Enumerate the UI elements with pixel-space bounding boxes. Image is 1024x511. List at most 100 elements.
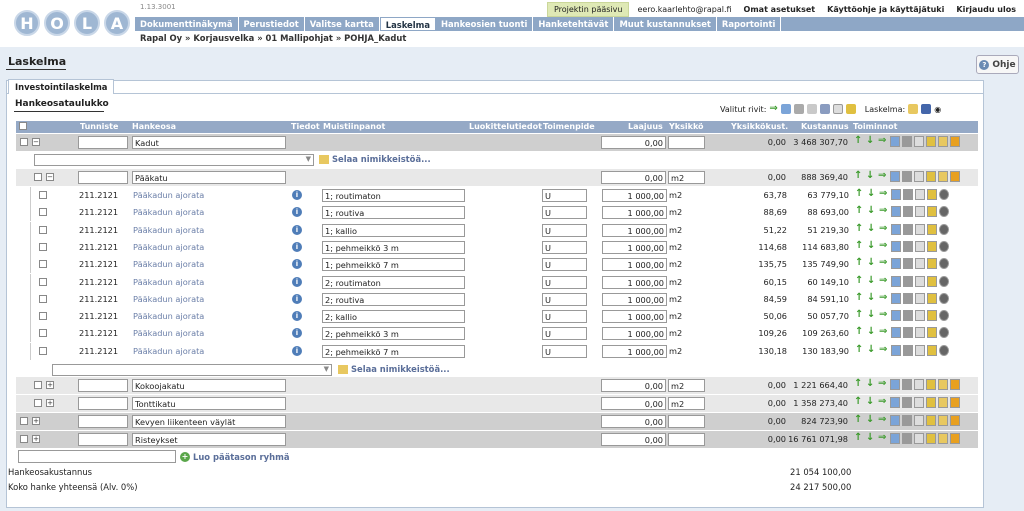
yksikko-field[interactable] [668, 433, 705, 446]
print-icon[interactable] [902, 136, 912, 147]
nav-tab[interactable]: Dokumenttinäkymä [135, 17, 239, 31]
new-group-field[interactable] [18, 450, 176, 463]
create-group-link[interactable]: + Luo päätason ryhmä [180, 452, 289, 462]
item-name-link[interactable]: Pääkadun ajorata [133, 294, 204, 304]
up-arrow-icon[interactable]: ↑ [855, 310, 865, 321]
c-icon[interactable] [939, 189, 949, 200]
print-icon[interactable] [793, 104, 804, 114]
laajuus-field[interactable]: 1 000,00 [602, 310, 667, 324]
print-icon[interactable] [903, 258, 913, 270]
copy-icon[interactable] [890, 415, 900, 426]
document-icon[interactable] [915, 258, 925, 270]
move-icon[interactable]: ⇒ [878, 171, 888, 182]
move-icon[interactable]: ⇒ [879, 344, 889, 356]
move-icon[interactable]: ⇒ [878, 136, 888, 147]
laajuus-field[interactable]: 0,00 [601, 136, 666, 149]
print-icon[interactable] [902, 433, 912, 444]
up-arrow-icon[interactable]: ↑ [854, 379, 864, 390]
expand-toggle[interactable]: + [32, 417, 40, 425]
c-icon[interactable] [939, 310, 949, 322]
laajuus-field[interactable]: 1 000,00 [602, 292, 667, 306]
copy-icon[interactable] [891, 275, 901, 287]
folder-add-icon[interactable] [938, 433, 948, 444]
group-name-field[interactable]: Kokoojakatu [132, 379, 286, 392]
notes-field[interactable]: 2; pehmeikkö 7 m [322, 344, 465, 358]
manual-link[interactable]: Käyttöohje ja käyttäjätuki [823, 3, 948, 16]
nav-tab[interactable]: Laskelma [379, 17, 436, 31]
copy-icon[interactable] [890, 433, 900, 444]
item-name-link[interactable]: Pääkadun ajorata [133, 207, 204, 217]
browse-link[interactable]: Selaa nimikkeistöä... [319, 154, 431, 164]
up-arrow-icon[interactable]: ↑ [855, 189, 865, 200]
row-checkbox[interactable] [34, 173, 42, 181]
toimenpide-field[interactable]: U [542, 258, 587, 272]
down-arrow-icon[interactable]: ↓ [867, 292, 877, 304]
excel-icon[interactable] [926, 171, 936, 182]
copy-icon[interactable] [891, 206, 901, 218]
notes-field[interactable]: 2; kallio [322, 310, 465, 324]
excel-icon[interactable] [927, 189, 937, 200]
hola-logo[interactable]: HOLA [14, 10, 130, 36]
nav-tab[interactable]: Hankeosien tuonti [436, 17, 534, 31]
classification-select[interactable] [52, 364, 332, 376]
move-icon[interactable]: ⇒ [879, 189, 889, 200]
toimenpide-field[interactable]: U [542, 344, 587, 358]
move-icon[interactable]: ⇒ [879, 223, 889, 235]
c-icon[interactable] [939, 240, 949, 252]
toimenpide-field[interactable]: U [542, 292, 587, 306]
excel-icon[interactable] [927, 223, 937, 235]
info-icon[interactable]: i [292, 293, 302, 304]
lock-icon[interactable] [950, 171, 960, 182]
move-icon[interactable]: ⇒ [878, 379, 888, 390]
laajuus-field[interactable]: 0,00 [601, 397, 666, 410]
copy-icon[interactable] [891, 223, 901, 235]
up-arrow-icon[interactable]: ↑ [854, 397, 864, 408]
toimenpide-field[interactable]: U [542, 327, 587, 341]
move-icon[interactable]: ⇒ [878, 397, 888, 408]
print-icon[interactable] [903, 223, 913, 235]
wrench-icon[interactable] [819, 104, 830, 114]
expand-toggle[interactable]: + [46, 381, 54, 389]
folder-add-icon[interactable] [938, 136, 948, 147]
item-name-link[interactable]: Pääkadun ajorata [133, 311, 204, 321]
info-icon[interactable]: i [292, 207, 302, 218]
excel-icon[interactable] [926, 397, 936, 408]
down-arrow-icon[interactable]: ↓ [866, 136, 876, 147]
notes-field[interactable]: 1; routimaton [322, 189, 465, 202]
nav-tab[interactable]: Valitse kartta [305, 17, 380, 31]
classification-select[interactable] [34, 154, 314, 166]
up-arrow-icon[interactable]: ↑ [855, 327, 865, 338]
laajuus-field[interactable]: 0,00 [601, 433, 666, 446]
down-arrow-icon[interactable]: ↓ [867, 240, 877, 252]
document-icon[interactable] [914, 171, 924, 182]
row-checkbox[interactable] [39, 242, 47, 251]
notes-field[interactable]: 2; pehmeikkö 3 m [322, 327, 465, 341]
folder-add-icon[interactable] [938, 397, 948, 408]
up-arrow-icon[interactable]: ↑ [854, 136, 864, 147]
document-icon[interactable] [915, 310, 925, 322]
c-icon[interactable] [939, 206, 949, 218]
toimenpide-field[interactable]: U [542, 189, 587, 202]
laajuus-field[interactable]: 1 000,00 [602, 327, 667, 341]
tunniste-field[interactable] [78, 433, 128, 446]
notes-field[interactable]: 2; routiva [322, 292, 465, 306]
down-arrow-icon[interactable]: ↓ [867, 258, 877, 269]
lock-icon[interactable] [950, 397, 960, 408]
row-checkbox[interactable] [39, 312, 47, 321]
toimenpide-field[interactable]: U [542, 310, 587, 324]
document-icon[interactable] [914, 433, 924, 444]
group-name-field[interactable]: Pääkatu [132, 171, 286, 184]
document-icon[interactable] [915, 240, 925, 252]
expand-toggle[interactable]: − [46, 173, 54, 181]
info-icon[interactable]: i [292, 311, 302, 322]
print-icon[interactable] [903, 240, 913, 252]
info-icon[interactable]: i [292, 276, 302, 287]
document-icon[interactable] [915, 275, 925, 287]
up-arrow-icon[interactable]: ↑ [855, 275, 865, 287]
logout-link[interactable]: Kirjaudu ulos [952, 3, 1020, 16]
yksikko-field[interactable] [668, 415, 705, 428]
edit-icon[interactable] [908, 104, 919, 114]
item-name-link[interactable]: Pääkadun ajorata [133, 277, 204, 287]
move-icon[interactable]: ⇒ [879, 310, 889, 321]
copy-icon[interactable] [891, 310, 901, 322]
